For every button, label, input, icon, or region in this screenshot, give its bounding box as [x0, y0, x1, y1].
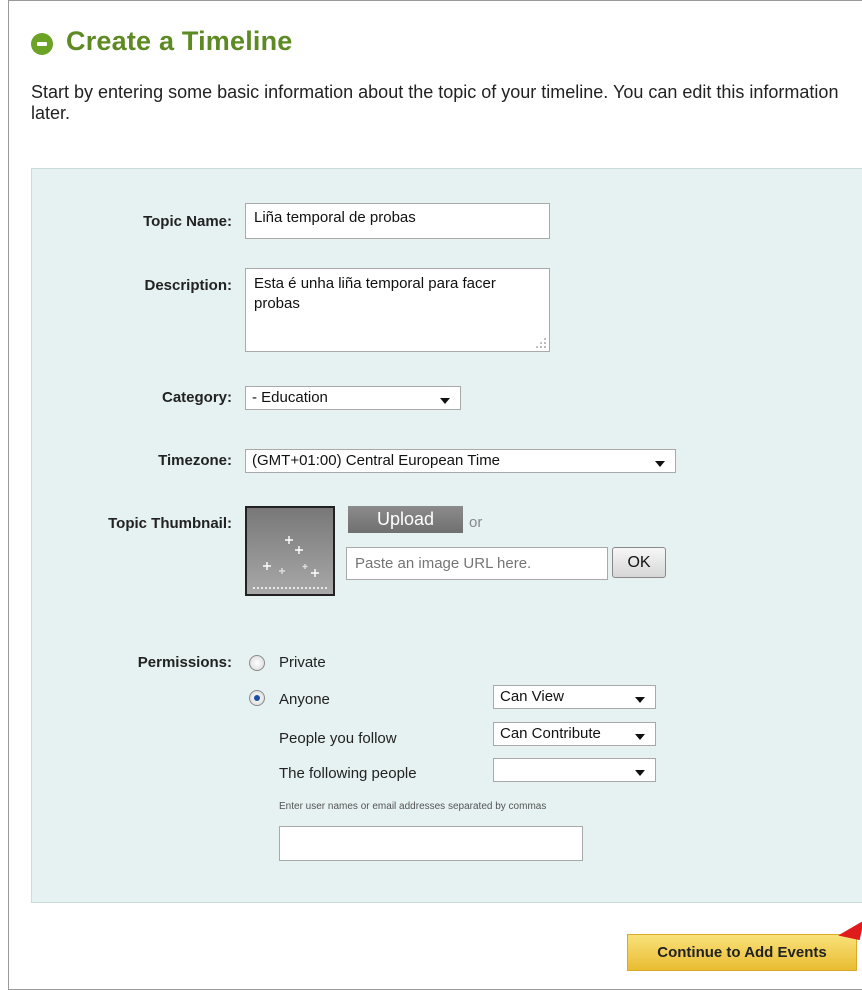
- topic-thumbnail[interactable]: [245, 506, 335, 596]
- image-url-input[interactable]: [346, 547, 608, 580]
- people-follow-permission-value: Can Contribute: [500, 725, 601, 742]
- anyone-permission-value: Can View: [500, 688, 564, 705]
- anyone-label[interactable]: Anyone: [279, 691, 330, 708]
- timezone-select[interactable]: (GMT+01:00) Central European Time: [245, 449, 676, 473]
- chevron-down-icon: [440, 398, 450, 404]
- chevron-down-icon: [635, 770, 645, 776]
- private-label[interactable]: Private: [279, 654, 326, 671]
- following-people-label: The following people: [279, 765, 417, 782]
- thumbnail-label: Topic Thumbnail:: [108, 515, 232, 532]
- ok-button[interactable]: OK: [612, 547, 666, 578]
- category-label: Category:: [161, 389, 232, 406]
- anyone-permission-select[interactable]: Can View: [493, 685, 656, 709]
- sparkle-placeholder-icon: [253, 536, 327, 589]
- or-label: or: [469, 514, 483, 531]
- timezone-value: (GMT+01:00) Central European Time: [252, 452, 501, 469]
- following-people-permission-select[interactable]: [493, 758, 656, 782]
- upload-button[interactable]: Upload: [348, 506, 463, 533]
- description-label: Description:: [144, 277, 232, 294]
- description-value: Esta é unha liña temporal para facer pro…: [254, 275, 496, 312]
- anyone-radio[interactable]: [249, 690, 265, 706]
- chevron-down-icon: [635, 697, 645, 703]
- description-textarea[interactable]: Esta é unha liña temporal para facer pro…: [245, 268, 550, 352]
- people-follow-permission-select[interactable]: Can Contribute: [493, 722, 656, 746]
- resize-handle-icon[interactable]: [535, 337, 546, 348]
- red-arrow-marker: [838, 915, 862, 941]
- intro-text: Start by entering some basic information…: [31, 82, 839, 123]
- private-radio[interactable]: [249, 655, 265, 671]
- topic-name-value: Liña temporal de probas: [254, 209, 416, 226]
- minus-circle-icon[interactable]: [31, 33, 53, 55]
- continue-to-add-events-button[interactable]: Continue to Add Events: [627, 934, 857, 971]
- people-follow-label: People you follow: [279, 730, 397, 747]
- people-input[interactable]: [279, 826, 583, 861]
- chevron-down-icon: [655, 461, 665, 467]
- chevron-down-icon: [635, 734, 645, 740]
- category-select[interactable]: - Education: [245, 386, 461, 410]
- topic-name-input[interactable]: Liña temporal de probas: [245, 203, 550, 239]
- category-value: - Education: [252, 389, 328, 406]
- permissions-label: Permissions:: [137, 654, 232, 671]
- topic-name-label: Topic Name:: [143, 213, 232, 230]
- timezone-label: Timezone:: [158, 452, 232, 469]
- page-title: Create a Timeline: [66, 26, 293, 56]
- people-hint-text: Enter user names or email addresses sepa…: [279, 801, 547, 812]
